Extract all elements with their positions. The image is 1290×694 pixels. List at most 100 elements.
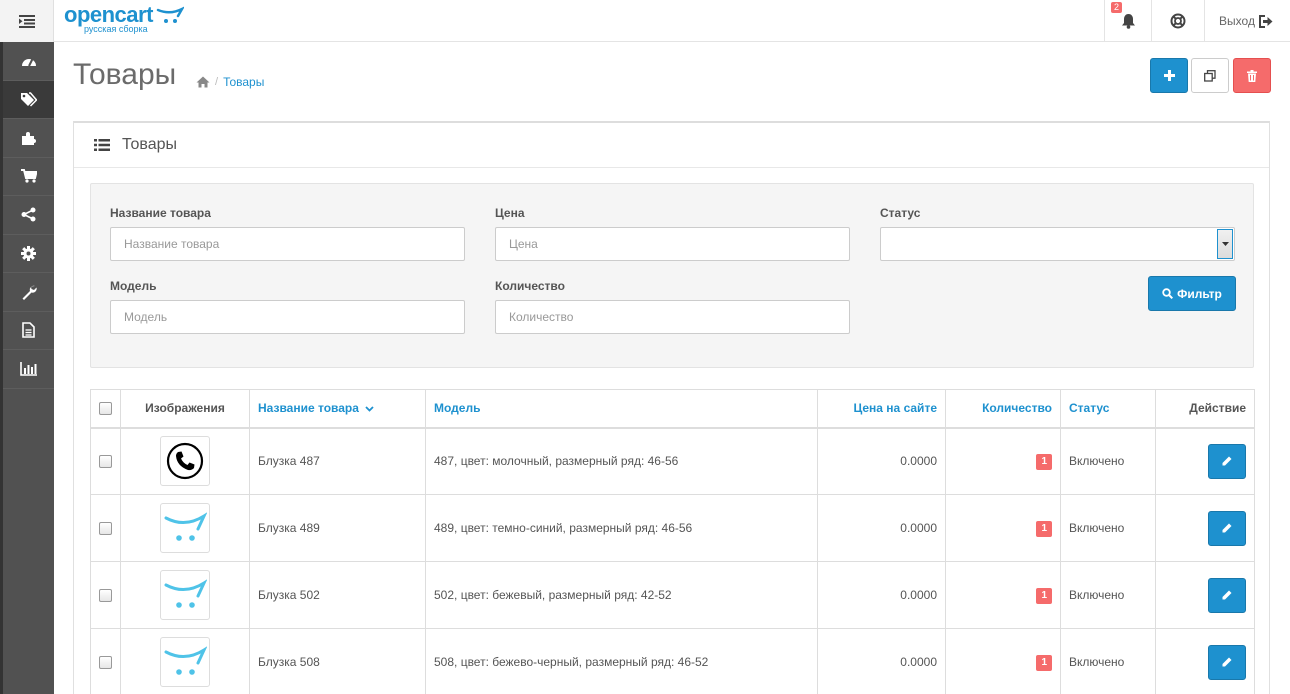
logo-subtitle: русская сборка: [84, 24, 148, 34]
breadcrumb-separator: /: [215, 76, 219, 88]
gear-icon: [21, 245, 36, 261]
row-checkbox[interactable]: [99, 522, 112, 536]
product-thumbnail[interactable]: [160, 436, 210, 487]
puzzle-icon: [21, 131, 36, 145]
chevron-down-icon: [365, 406, 374, 413]
edit-product-button[interactable]: [1208, 443, 1246, 479]
row-product-name: Блузка 508: [249, 628, 426, 694]
column-name[interactable]: Название товара: [249, 389, 426, 429]
notifications-badge: 2: [1111, 2, 1123, 13]
row-status: Включено: [1060, 494, 1156, 562]
row-model: 502, цвет: бежевый, размерный ряд: 42-52: [425, 561, 818, 629]
table-header-row: Изображения Название товара Модель Цена …: [90, 389, 1255, 429]
row-price: 0.0000: [817, 494, 946, 562]
filter-quantity-label: Количество: [495, 279, 565, 293]
menu-toggle-button[interactable]: [0, 0, 54, 42]
logout-button[interactable]: Выход: [1205, 0, 1287, 42]
list-icon: [94, 139, 110, 151]
column-quantity[interactable]: Количество: [945, 389, 1061, 429]
sidebar-item-system[interactable]: [3, 235, 54, 273]
row-model: 489, цвет: темно-синий, размерный ряд: 4…: [425, 494, 818, 562]
row-status: Включено: [1060, 427, 1156, 495]
sidebar-item-sales[interactable]: [3, 158, 54, 196]
row-quantity-cell: 1: [945, 494, 1061, 562]
column-price[interactable]: Цена на сайте: [817, 389, 946, 429]
sidebar-item-dashboard[interactable]: [3, 42, 54, 81]
row-model: 508, цвет: бежево-черный, размерный ряд:…: [425, 628, 818, 694]
help-button[interactable]: [1152, 0, 1204, 42]
sidebar-item-reports[interactable]: [3, 312, 54, 350]
row-checkbox[interactable]: [99, 589, 112, 603]
delete-product-button[interactable]: [1233, 58, 1271, 93]
edit-product-button[interactable]: [1208, 644, 1246, 680]
sidebar-item-extensions[interactable]: [3, 119, 54, 158]
row-image-cell: [120, 561, 250, 629]
home-icon[interactable]: [196, 76, 210, 88]
sidebar-item-marketing[interactable]: [3, 196, 54, 235]
bar-chart-icon: [20, 361, 37, 376]
share-icon: [21, 207, 36, 222]
life-ring-icon: [1170, 13, 1186, 29]
chevron-down-icon: [1217, 229, 1233, 259]
add-product-button[interactable]: [1150, 58, 1188, 93]
product-thumbnail[interactable]: [160, 503, 210, 553]
filter-model-input[interactable]: [110, 300, 465, 334]
row-image-cell: [120, 628, 250, 694]
row-product-name: Блузка 487: [249, 427, 426, 495]
copy-product-button[interactable]: [1191, 58, 1229, 93]
bell-icon: [1121, 14, 1135, 29]
filter-price-label: Цена: [495, 206, 525, 220]
product-thumbnail[interactable]: [160, 637, 210, 687]
pencil-icon: [1222, 523, 1232, 533]
sidebar-item-statistics[interactable]: [3, 350, 54, 389]
sort-by-price-link[interactable]: Цена на сайте: [853, 401, 937, 415]
filter-button[interactable]: Фильтр: [1148, 276, 1236, 311]
column-image: Изображения: [120, 389, 250, 429]
row-checkbox[interactable]: [99, 455, 112, 469]
sort-by-status-link[interactable]: Статус: [1069, 401, 1109, 415]
page-title: Товары: [73, 58, 177, 91]
sidebar-item-catalog[interactable]: [3, 80, 54, 119]
opencart-cart-icon: [164, 646, 207, 675]
quantity-badge: 1: [1036, 654, 1052, 671]
sort-by-name-link[interactable]: Название товара: [258, 401, 359, 415]
breadcrumb: / Товары: [196, 75, 264, 89]
column-status[interactable]: Статус: [1060, 389, 1156, 429]
wrench-icon: [22, 285, 37, 300]
tags-icon: [21, 92, 37, 107]
row-action-cell: [1155, 561, 1255, 629]
products-panel: Товары Название товара Цена Статус Модел…: [73, 121, 1270, 694]
products-table: Изображения Название товара Модель Цена …: [90, 389, 1255, 694]
row-quantity-cell: 1: [945, 628, 1061, 694]
sort-by-quantity-link[interactable]: Количество: [982, 401, 1052, 415]
opencart-cart-icon: [164, 512, 207, 541]
row-image-cell: [120, 427, 250, 495]
edit-product-button[interactable]: [1208, 510, 1246, 546]
product-thumbnail[interactable]: [160, 570, 210, 620]
row-checkbox[interactable]: [99, 656, 112, 670]
filter-name-input[interactable]: [110, 227, 465, 261]
filter-box: Название товара Цена Статус Модель Колич…: [90, 183, 1254, 368]
column-model[interactable]: Модель: [425, 389, 818, 429]
filter-quantity-input[interactable]: [495, 300, 850, 334]
select-all-cell: [90, 389, 121, 429]
sidebar-item-tools[interactable]: [3, 273, 54, 312]
row-product-name: Блузка 502: [249, 561, 426, 629]
plus-icon: [1163, 70, 1175, 81]
panel-title: Товары: [122, 136, 178, 153]
row-price: 0.0000: [817, 427, 946, 495]
document-icon: [22, 322, 35, 339]
filter-status-select[interactable]: [880, 227, 1235, 261]
row-price: 0.0000: [817, 561, 946, 629]
edit-product-button[interactable]: [1208, 577, 1246, 613]
filter-price-input[interactable]: [495, 227, 850, 261]
row-model: 487, цвет: молочный, размерный ряд: 46-5…: [425, 427, 818, 495]
pencil-icon: [1222, 657, 1232, 667]
breadcrumb-link[interactable]: Товары: [223, 75, 264, 89]
row-action-cell: [1155, 494, 1255, 562]
table-row: Блузка 502 502, цвет: бежевый, размерный…: [90, 561, 1255, 629]
select-all-checkbox[interactable]: [99, 402, 112, 416]
opencart-logo[interactable]: opencart русская сборка: [64, 3, 184, 34]
panel-heading: Товары: [74, 123, 1269, 168]
sort-by-model-link[interactable]: Модель: [434, 401, 480, 415]
